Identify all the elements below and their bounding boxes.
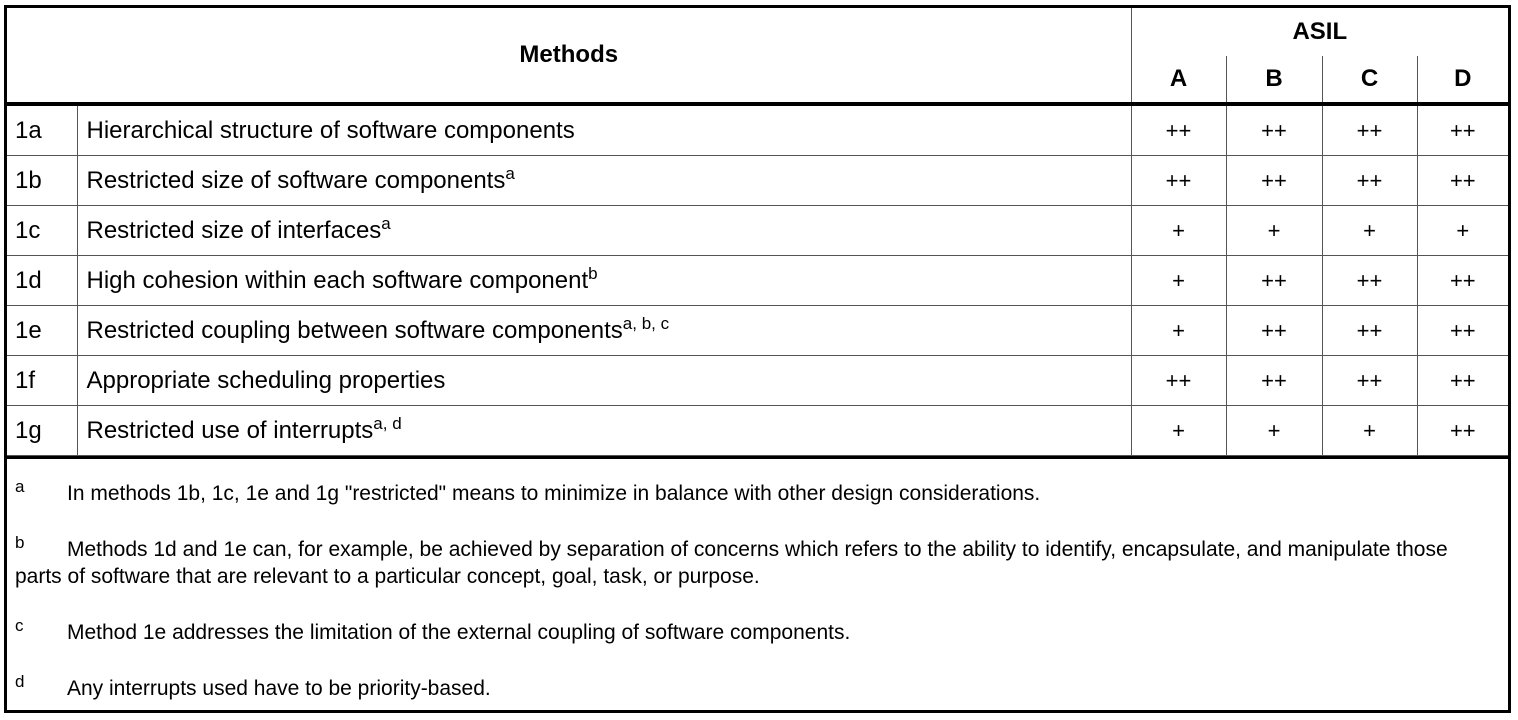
method-name-cell: Restricted size of software componentsa bbox=[76, 155, 1132, 206]
footnote-text: Method 1e addresses the limitation of th… bbox=[67, 621, 851, 644]
recommendation-a: ++ bbox=[1130, 155, 1227, 206]
header-row-asil: Methods ASIL bbox=[7, 8, 1509, 106]
footnote-text: Methods 1d and 1e can, for example, be a… bbox=[15, 538, 1448, 588]
method-id: 1a bbox=[7, 103, 78, 156]
method-name: Hierarchical structure of software compo… bbox=[86, 116, 575, 144]
table-row: 1e Restricted coupling between software c… bbox=[7, 305, 1509, 356]
recommendation-d: ++ bbox=[1416, 305, 1509, 356]
footnotes: a In methods 1b, 1c, 1e and 1g "restricte… bbox=[7, 456, 1508, 702]
recommendation-d: ++ bbox=[1416, 355, 1509, 406]
method-name-cell: Restricted use of interruptsa, d bbox=[76, 405, 1132, 456]
recommendation-b: ++ bbox=[1225, 355, 1323, 406]
recommendation-d: ++ bbox=[1416, 155, 1509, 206]
asil-methods-table: Methods ASIL A B C D 1a Hierarchical stru… bbox=[7, 8, 1509, 456]
recommendation-d: ++ bbox=[1416, 255, 1509, 306]
asil-methods-table-frame: Methods ASIL A B C D 1a Hierarchical stru… bbox=[4, 5, 1511, 713]
footnote-b: b Methods 1d and 1e can, for example, be … bbox=[7, 529, 1508, 590]
footnote-text: In methods 1b, 1c, 1e and 1g "restricted… bbox=[67, 482, 1041, 505]
asil-level-b: B bbox=[1225, 56, 1323, 106]
method-id: 1g bbox=[7, 405, 78, 456]
footnote-ref: b bbox=[588, 263, 598, 283]
recommendation-a: + bbox=[1130, 405, 1227, 456]
method-name-cell: Restricted size of interfacesa bbox=[76, 205, 1132, 256]
recommendation-c: + bbox=[1321, 405, 1418, 456]
recommendation-d: + bbox=[1416, 205, 1509, 256]
recommendation-d: ++ bbox=[1416, 405, 1509, 456]
footnote-d: d Any interrupts used have to be priority… bbox=[7, 668, 1508, 702]
footnote-mark: b bbox=[15, 533, 25, 552]
method-rows: 1a Hierarchical structure of software com… bbox=[7, 103, 1509, 456]
method-name: Restricted size of software components bbox=[86, 166, 506, 194]
asil-level-d: D bbox=[1416, 56, 1509, 106]
footnote-c: c Method 1e addresses the limitation of t… bbox=[7, 612, 1508, 646]
recommendation-a: + bbox=[1130, 305, 1227, 356]
method-name-cell: Hierarchical structure of software compo… bbox=[76, 103, 1132, 156]
recommendation-c: ++ bbox=[1321, 255, 1418, 306]
recommendation-c: ++ bbox=[1321, 103, 1418, 156]
methods-header: Methods bbox=[7, 8, 1132, 106]
table-row: 1b Restricted size of software components… bbox=[7, 155, 1509, 206]
method-id: 1b bbox=[7, 155, 78, 206]
method-name: Appropriate scheduling properties bbox=[86, 366, 446, 394]
footnote-mark: c bbox=[15, 616, 24, 635]
recommendation-b: ++ bbox=[1225, 155, 1323, 206]
recommendation-a: + bbox=[1130, 255, 1227, 306]
method-name: Restricted use of interrupts bbox=[86, 416, 374, 444]
asil-header: ASIL bbox=[1130, 8, 1509, 56]
recommendation-b: ++ bbox=[1225, 103, 1323, 156]
recommendation-b: ++ bbox=[1225, 255, 1323, 306]
recommendation-c: ++ bbox=[1321, 305, 1418, 356]
method-name: Restricted coupling between software com… bbox=[86, 316, 623, 344]
table-row: 1g Restricted use of interruptsa, d + + + ++ bbox=[7, 405, 1509, 456]
footnote-ref: a, b, c bbox=[622, 313, 670, 333]
method-name: High cohesion within each software compo… bbox=[86, 266, 589, 294]
recommendation-a: + bbox=[1130, 205, 1227, 256]
footnote-ref: a bbox=[505, 163, 515, 183]
footnote-text: Any interrupts used have to be priority-… bbox=[67, 677, 491, 700]
recommendation-b: + bbox=[1225, 205, 1323, 256]
table-row: 1f Appropriate scheduling properties ++ ++ +… bbox=[7, 355, 1509, 406]
recommendation-d: ++ bbox=[1416, 103, 1509, 156]
footnote-ref: a, d bbox=[373, 413, 402, 433]
recommendation-c: ++ bbox=[1321, 155, 1418, 206]
table-row: 1d High cohesion within each software com… bbox=[7, 255, 1509, 306]
method-id: 1d bbox=[7, 255, 78, 306]
method-id: 1e bbox=[7, 305, 78, 356]
footnote-mark: d bbox=[15, 672, 25, 691]
table-row: 1c Restricted size of interfacesa + + + + bbox=[7, 205, 1509, 256]
footnote-ref: a bbox=[381, 213, 391, 233]
method-id: 1c bbox=[7, 205, 78, 256]
footnote-mark: a bbox=[15, 477, 25, 496]
recommendation-a: ++ bbox=[1130, 103, 1227, 156]
asil-level-c: C bbox=[1321, 56, 1418, 106]
method-name-cell: High cohesion within each software compo… bbox=[76, 255, 1132, 306]
recommendation-a: ++ bbox=[1130, 355, 1227, 406]
method-name-cell: Appropriate scheduling properties bbox=[76, 355, 1132, 406]
method-name: Restricted size of interfaces bbox=[86, 216, 382, 244]
method-id: 1f bbox=[7, 355, 78, 406]
asil-level-a: A bbox=[1131, 56, 1227, 106]
recommendation-b: ++ bbox=[1225, 305, 1323, 356]
method-name-cell: Restricted coupling between software com… bbox=[76, 305, 1132, 356]
footnote-a: a In methods 1b, 1c, 1e and 1g "restricte… bbox=[7, 473, 1508, 507]
recommendation-c: + bbox=[1321, 205, 1418, 256]
recommendation-c: ++ bbox=[1321, 355, 1418, 406]
table-row: 1a Hierarchical structure of software com… bbox=[7, 103, 1509, 156]
recommendation-b: + bbox=[1225, 405, 1323, 456]
